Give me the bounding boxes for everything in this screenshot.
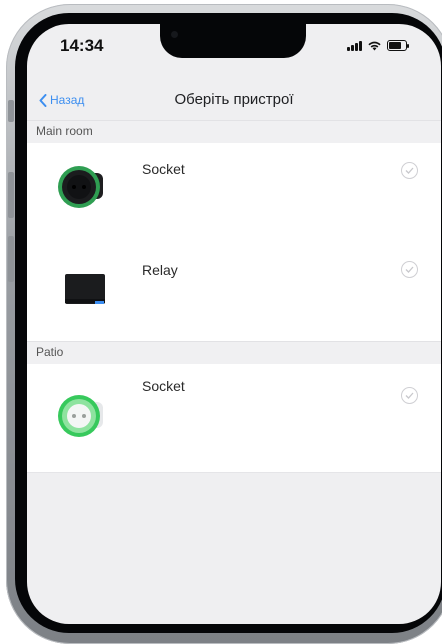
device-row-relay-main[interactable]: Relay xyxy=(27,244,441,341)
wifi-icon xyxy=(368,41,381,51)
checkmark-circle-icon[interactable] xyxy=(401,387,418,404)
section-header-main-room: Main room xyxy=(27,120,441,144)
action-button xyxy=(8,100,14,122)
device-name: Socket xyxy=(142,378,185,394)
phone-screen: 14:34 Назад Оберіть пристрої Main room S… xyxy=(27,24,441,624)
status-time: 14:34 xyxy=(60,36,104,55)
notch xyxy=(160,24,306,58)
checkmark-circle-icon[interactable] xyxy=(401,261,418,278)
signal-icon xyxy=(347,41,362,51)
device-row-socket-patio[interactable]: Socket xyxy=(27,364,441,473)
battery-icon xyxy=(387,40,409,51)
device-name: Socket xyxy=(142,161,185,177)
section-header-label: Patio xyxy=(36,345,64,359)
status-icons xyxy=(347,40,409,51)
checkmark-circle-icon[interactable] xyxy=(401,162,418,179)
volume-down-button xyxy=(8,236,14,282)
socket-black-icon xyxy=(58,166,103,208)
socket-white-icon xyxy=(58,395,103,437)
device-name: Relay xyxy=(142,262,178,278)
device-row-socket-main[interactable]: Socket xyxy=(27,143,441,245)
section-header-patio: Patio xyxy=(27,341,441,365)
page-title: Оберіть пристрої xyxy=(174,91,294,108)
relay-icon xyxy=(65,274,105,304)
camera-icon xyxy=(171,31,178,38)
volume-up-button xyxy=(8,172,14,218)
section-header-label: Main room xyxy=(36,124,93,138)
